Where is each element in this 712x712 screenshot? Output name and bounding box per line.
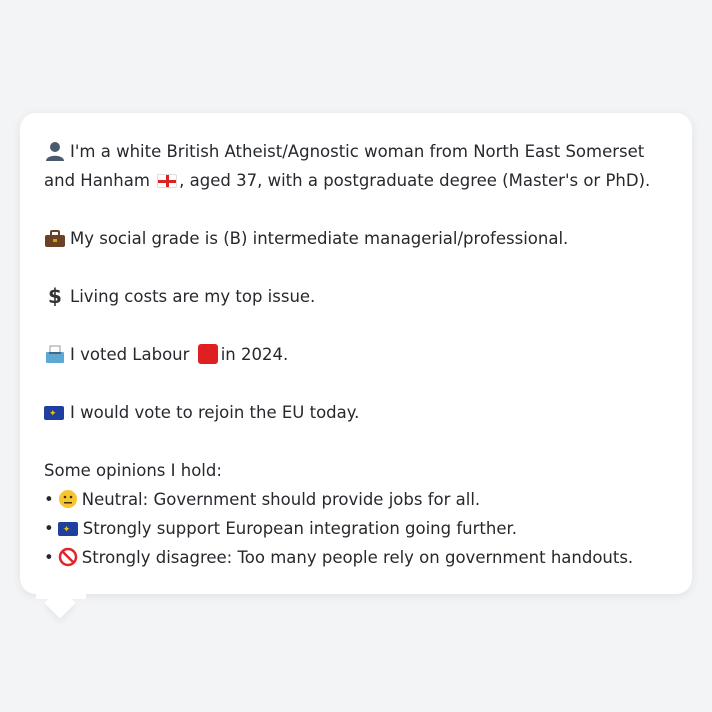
bullet: • (44, 490, 54, 509)
eu-text: I would vote to rejoin the EU today. (70, 403, 360, 422)
eu-flag-icon (44, 406, 64, 420)
eu-paragraph: I would vote to rejoin the EU today. (44, 398, 668, 427)
bullet: • (44, 519, 54, 538)
opinion-item: • Strongly disagree: Too many people rel… (44, 543, 668, 572)
labour-red-square-icon (197, 344, 218, 364)
social-grade-paragraph: My social grade is (B) intermediate mana… (44, 224, 668, 253)
opinion-item: • Neutral: Government should provide job… (44, 485, 668, 514)
neutral-face-icon (58, 490, 77, 508)
identity-paragraph: I'm a white British Atheist/Agnostic wom… (44, 137, 668, 195)
england-flag-icon (157, 174, 178, 188)
vote-text-2: in 2024. (220, 345, 289, 364)
bullet: • (44, 548, 54, 567)
opinion-text: Strongly disagree: Too many people rely … (81, 548, 634, 567)
prohibited-icon (58, 547, 77, 567)
social-grade-text: My social grade is (B) intermediate mana… (70, 229, 569, 248)
opinion-text: Neutral: Government should provide jobs … (81, 490, 481, 509)
vote-paragraph: I voted Labour in 2024. (44, 340, 668, 369)
bubble-tail-cover (36, 585, 86, 599)
svg-text:$: $ (48, 286, 62, 306)
top-issue-text: Living costs are my top issue. (70, 287, 316, 306)
person-icon (46, 142, 64, 161)
opinion-item: • Strongly support European integration g… (44, 514, 668, 543)
vote-text-1: I voted Labour (70, 345, 190, 364)
page: I'm a white British Atheist/Agnostic wom… (0, 0, 712, 712)
dollar-icon: $ (48, 286, 62, 306)
message-bubble: I'm a white British Atheist/Agnostic wom… (20, 113, 692, 594)
eu-flag-icon (57, 522, 78, 536)
identity-text-2: , aged 37, with a postgraduate degree (M… (179, 171, 651, 190)
opinion-text: Strongly support European integration go… (82, 519, 518, 538)
ballot-box-icon (46, 345, 64, 363)
top-issue-paragraph: $ Living costs are my top issue. (44, 282, 668, 311)
briefcase-icon (45, 230, 65, 247)
opinions-title: Some opinions I hold: (44, 461, 222, 480)
